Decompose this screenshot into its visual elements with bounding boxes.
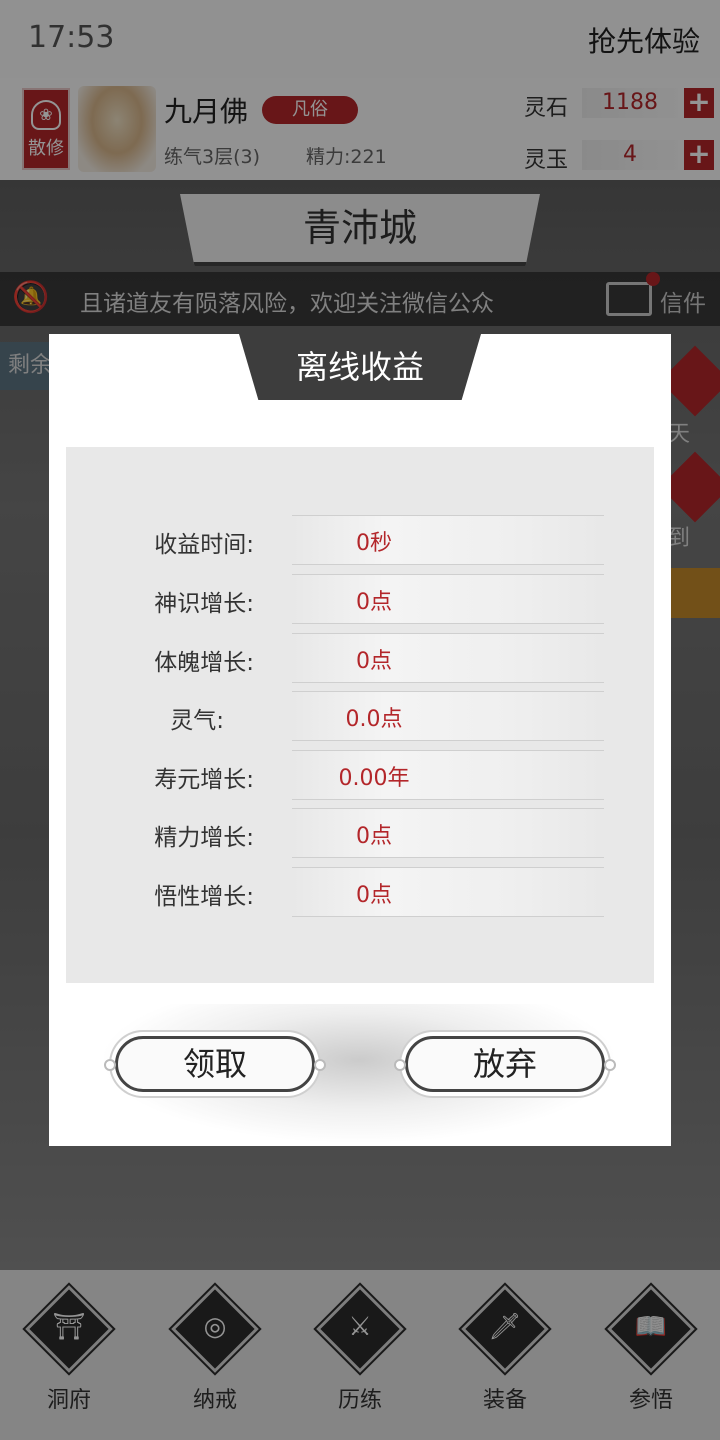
row-label: 收益时间: [154,532,254,558]
row-label: 神识增长: [154,591,254,617]
game-screen: 17:53 抢先体验 ❀ 散修 九月佛 凡俗 练气3层(3) 精力:221 灵石… [0,0,720,1440]
row-value: 0点 [356,590,392,615]
dialog-title: 离线收益 [239,334,481,400]
row-label: 体魄增长: [154,650,254,676]
row-value: 0秒 [356,531,392,556]
claim-label: 领取 [182,1045,247,1083]
earnings-row-qi: 灵气: 0.0点 [66,691,654,741]
earnings-row-spirit-sense: 神识增长: 0点 [66,574,654,624]
claim-button[interactable]: 领取 [104,1036,326,1092]
row-label: 灵气: [170,708,224,734]
row-label: 寿元增长: [154,767,254,793]
row-label: 悟性增长: [154,884,254,910]
earnings-row-physique: 体魄增长: 0点 [66,633,654,683]
row-value: 0.0点 [345,707,403,732]
abandon-label: 放弃 [472,1045,537,1083]
row-value: 0点 [356,649,392,674]
earnings-row-energy: 精力增长: 0点 [66,808,654,858]
row-value: 0.00年 [338,766,410,791]
row-value: 0点 [356,824,392,849]
earnings-row-comprehension: 悟性增长: 0点 [66,867,654,917]
row-value: 0点 [356,883,392,908]
earnings-row-lifespan: 寿元增长: 0.00年 [66,750,654,800]
abandon-button[interactable]: 放弃 [394,1036,616,1092]
offline-earnings-dialog: 离线收益 收益时间: 0秒 神识增长: 0点 体魄增长: 0点 灵气: 0.0点 [49,334,671,1146]
earnings-panel: 收益时间: 0秒 神识增长: 0点 体魄增长: 0点 灵气: 0.0点 寿元增长… [66,447,654,983]
earnings-row-time: 收益时间: 0秒 [66,515,654,565]
row-label: 精力增长: [154,825,254,851]
